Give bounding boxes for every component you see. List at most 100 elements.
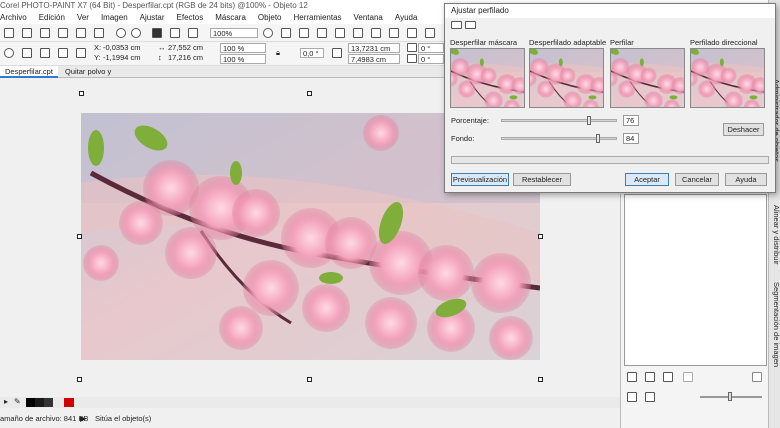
export-icon[interactable] [188,28,198,38]
swatch-black[interactable] [26,398,35,407]
redo-icon[interactable] [131,28,141,38]
snap-icon[interactable] [353,28,363,38]
selection-handle-br[interactable] [538,377,543,382]
object-icon[interactable] [389,28,399,38]
swatch-dark-1[interactable] [35,398,44,407]
porcentaje-value[interactable]: 76 [623,115,639,126]
status-bar: amaño de archivo: 841 KB ▶ Sitúa el obje… [0,410,620,428]
lock-icon[interactable] [645,392,655,402]
swatch-dark-2[interactable] [44,398,53,407]
transform-mode-icon[interactable] [22,48,32,58]
menu-herramientas[interactable]: Herramientas [288,11,348,24]
show-grid-icon[interactable] [317,28,327,38]
opacity-slider-knob[interactable] [728,392,732,401]
new-file-icon[interactable] [4,28,14,38]
ok-button[interactable]: Aceptar [625,173,669,186]
fondo-value[interactable]: 84 [623,133,639,144]
menu-ver[interactable]: Ver [71,11,95,24]
menu-objeto[interactable]: Objeto [252,11,288,24]
skew-h-field[interactable]: 0 ° [418,43,444,53]
object-list[interactable] [624,194,767,366]
print-icon[interactable] [58,28,68,38]
reset-button[interactable]: Restablecer [513,173,571,186]
center-y-field[interactable]: 7,4983 cm [348,54,400,64]
single-view-icon[interactable] [451,21,462,29]
help-button[interactable]: Ayuda [725,173,767,186]
save-icon[interactable] [40,28,50,38]
porcentaje-slider-knob[interactable] [587,116,592,125]
guidelines-icon[interactable] [335,28,345,38]
center-x-field[interactable]: 13,7231 cm [348,43,400,53]
swatch-red[interactable] [64,398,74,407]
progress-bar [451,156,769,164]
distort-icon[interactable] [40,48,50,58]
copy-icon[interactable] [76,28,86,38]
menu-mascara[interactable]: Máscara [209,11,252,24]
zoom-select[interactable]: 100% [210,28,258,38]
standard-toolbar: 100% [0,24,445,42]
selection-handle-bc[interactable] [307,377,312,382]
scale-height-field[interactable]: 100 % [220,54,266,64]
menu-ajustar[interactable]: Ajustar [134,11,171,24]
rotate-mode-icon[interactable] [4,48,14,58]
menu-imagen[interactable]: Imagen [95,11,134,24]
combine-icon[interactable] [683,372,693,382]
thumb-adaptable[interactable] [529,48,604,108]
fondo-slider-knob[interactable] [596,134,601,143]
porcentaje-slider[interactable] [501,119,617,122]
move-icon[interactable] [627,392,637,402]
width-field[interactable]: 27,552 cm [168,43,203,53]
cancel-button[interactable]: Cancelar [675,173,719,186]
tab-desperfilar[interactable]: Desperfilar.cpt [0,66,58,78]
paste-icon[interactable] [94,28,104,38]
thumb-perfilar[interactable] [610,48,685,108]
skew-v-field[interactable]: 0 ° [418,54,444,64]
welcome-icon[interactable] [425,28,435,38]
skew-icon[interactable] [76,48,86,58]
selection-handle-tc[interactable] [307,91,312,96]
x-position-field[interactable]: -0,0353 cm [103,43,141,53]
menu-archivo[interactable]: Archivo [0,11,33,24]
rotation-angle-field[interactable]: 0,0 ° [300,48,324,58]
options-icon[interactable] [407,28,417,38]
menu-edicion[interactable]: Edición [33,11,71,24]
import-icon[interactable] [170,28,180,38]
palette-scroll-icon[interactable]: ▸ [4,397,8,406]
mask-icon[interactable] [371,28,381,38]
selection-handle-ml[interactable] [77,234,82,239]
height-icon: ↕ [158,53,162,62]
tab-image-segmentation[interactable]: Segmentación de imagen [769,280,780,370]
status-arrow-icon[interactable]: ▶ [80,410,86,428]
menu-ayuda[interactable]: Ayuda [389,11,424,24]
height-field[interactable]: 17,216 cm [168,53,203,63]
new-mask-icon[interactable] [645,372,655,382]
run-script-icon[interactable] [152,28,162,38]
perspective-icon[interactable] [58,48,68,58]
show-rulers-icon[interactable] [299,28,309,38]
full-screen-icon[interactable] [281,28,291,38]
delete-icon[interactable] [752,372,762,382]
split-view-icon[interactable] [465,21,476,29]
selection-handle-mr[interactable] [538,234,543,239]
eyedropper-icon[interactable]: ✎ [14,397,21,406]
porcentaje-label: Porcentaje: [451,116,489,125]
selection-handle-bl[interactable] [77,377,82,382]
scale-width-field[interactable]: 100 % [220,43,266,53]
thumb-direccional[interactable] [690,48,765,108]
center-of-rotation-icon[interactable] [332,48,342,58]
duplicate-icon[interactable] [663,372,673,382]
lock-ratio-icon[interactable]: 🔒︎ [276,48,280,58]
deshacer-button[interactable]: Deshacer [723,123,764,136]
menu-ventana[interactable]: Ventana [348,11,389,24]
new-object-icon[interactable] [627,372,637,382]
undo-icon[interactable] [116,28,126,38]
menu-efectos[interactable]: Efectos [171,11,210,24]
zoom-fit-icon[interactable] [263,28,273,38]
tab-quitar-polvo[interactable]: Quitar polvo y arañazos.cpt [60,66,160,88]
thumb-desperfilar[interactable] [450,48,525,108]
tab-align-distribute[interactable]: Alinear y distribuir [769,200,780,270]
preview-button[interactable]: Previsualización [451,173,509,186]
open-file-icon[interactable] [22,28,32,38]
selection-handle-tl[interactable] [79,91,84,96]
y-position-field[interactable]: -1,1994 cm [103,53,141,63]
